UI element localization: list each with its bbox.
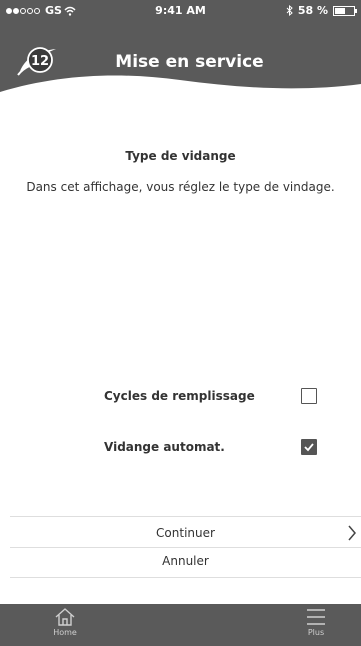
app-header: GS 9:41 AM 58 % 12 Mise en service (0, 0, 361, 102)
chevron-right-icon (348, 525, 356, 541)
tab-home-label: Home (53, 628, 77, 637)
battery-icon (333, 5, 357, 16)
cancel-label: Annuler (162, 554, 209, 568)
auto-drain-checkbox[interactable] (301, 439, 317, 455)
status-right: 58 % (286, 4, 357, 17)
bluetooth-icon (286, 5, 293, 16)
fill-cycles-checkbox[interactable] (301, 388, 317, 404)
header-wave (0, 75, 361, 102)
page-title: Mise en service (115, 52, 264, 72)
continue-label: Continuer (156, 526, 215, 540)
tab-home[interactable]: Home (35, 604, 95, 646)
option-label: Vidange automat. (104, 440, 225, 454)
continue-button[interactable]: Continuer (10, 523, 361, 545)
cancel-button[interactable]: Annuler (10, 551, 361, 573)
tab-more[interactable]: Plus (286, 604, 346, 646)
check-icon (304, 443, 314, 452)
tab-bar: Home Plus (0, 604, 361, 646)
divider (10, 547, 361, 548)
divider (10, 516, 361, 517)
menu-icon (307, 609, 325, 625)
tab-more-label: Plus (307, 628, 325, 637)
battery-percent: 58 % (297, 4, 328, 17)
divider (10, 577, 361, 578)
status-bar: GS 9:41 AM 58 % (0, 0, 361, 20)
battery-fill (335, 7, 346, 14)
option-label: Cycles de remplissage (104, 389, 255, 403)
home-icon (55, 608, 75, 626)
option-auto-drain[interactable]: Vidange automat. (0, 437, 361, 459)
option-fill-cycles[interactable]: Cycles de remplissage (0, 386, 361, 408)
section-description: Dans cet affichage, vous réglez le type … (26, 180, 335, 194)
section-title: Type de vidange (125, 149, 236, 163)
